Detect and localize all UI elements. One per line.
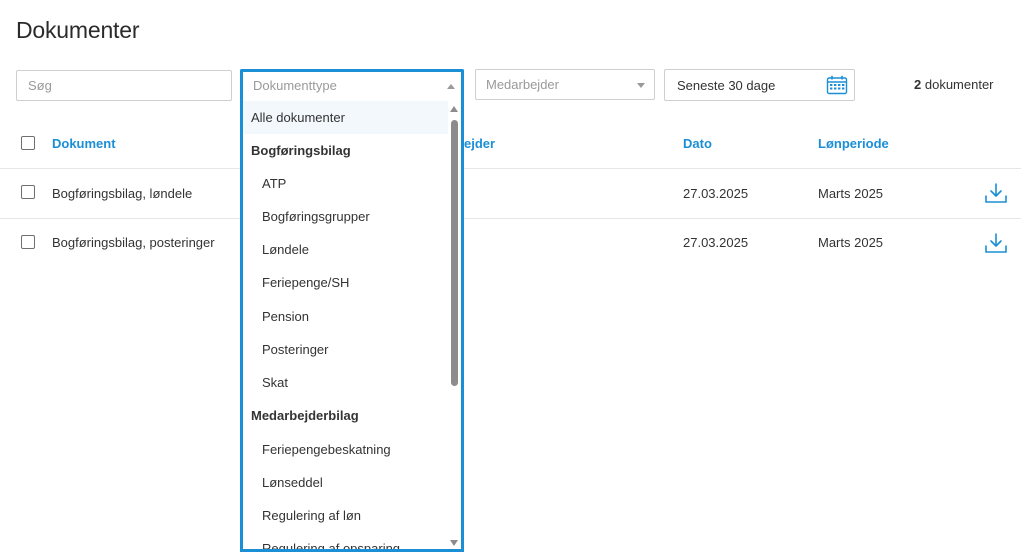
dropdown-group-header: Medarbejderbilag	[243, 399, 452, 432]
column-header-document[interactable]: Dokument	[52, 136, 116, 151]
row-checkbox[interactable]	[21, 235, 35, 249]
dropdown-option-label: ATP	[262, 176, 287, 191]
dropdown-option[interactable]: Feriepengebeskatning	[243, 433, 452, 466]
column-header-date[interactable]: Dato	[683, 136, 712, 151]
dropdown-group-label: Bogføringsbilag	[251, 143, 351, 158]
download-icon[interactable]	[984, 232, 1008, 254]
dropdown-option-label: Regulering af løn	[262, 508, 361, 523]
row-document-name[interactable]: Bogføringsbilag, posteringer	[52, 235, 215, 250]
caret-down-icon	[637, 83, 645, 88]
dropdown-option-label: Løndele	[262, 242, 309, 257]
dropdown-scrollbar[interactable]	[448, 101, 461, 549]
document-count-number: 2	[914, 77, 922, 92]
dropdown-option[interactable]: ATP	[243, 167, 452, 200]
dropdown-option-label: Pension	[262, 309, 309, 324]
dropdown-option[interactable]: Skat	[243, 366, 452, 399]
dropdown-group-header: Bogføringsbilag	[243, 134, 452, 167]
dropdown-option[interactable]: Bogføringsgrupper	[243, 200, 452, 233]
dropdown-option[interactable]: Regulering af opsparing	[243, 532, 452, 552]
document-count-label: dokumenter	[924, 77, 994, 92]
dropdown-option-all[interactable]: Alle dokumenter	[243, 101, 452, 134]
row-document-name[interactable]: Bogføringsbilag, løndele	[52, 186, 192, 201]
dropdown-option-label: Posteringer	[262, 342, 329, 357]
date-range-select[interactable]: Seneste 30 dage	[664, 69, 855, 101]
calendar-icon[interactable]	[826, 75, 848, 95]
row-pay-period: Marts 2025	[818, 186, 884, 201]
document-type-dropdown: Alle dokumenter Bogføringsbilag ATP Bogf…	[240, 101, 464, 552]
dropdown-option-label: Bogføringsgrupper	[262, 209, 370, 224]
dropdown-option-label: Alle dokumenter	[251, 110, 345, 125]
dropdown-option[interactable]: Løndele	[243, 233, 452, 266]
dropdown-option[interactable]: Posteringer	[243, 333, 452, 366]
table-divider	[0, 168, 1021, 169]
dropdown-option[interactable]: Pension	[243, 300, 452, 333]
page-title: Dokumenter	[16, 17, 140, 43]
dropdown-group-label: Medarbejderbilag	[251, 408, 359, 423]
select-all-checkbox[interactable]	[21, 136, 35, 150]
dropdown-option-label: Skat	[262, 375, 289, 390]
column-header-pay-period[interactable]: Lønperiode	[818, 136, 889, 151]
search-input[interactable]	[16, 70, 232, 101]
scroll-up-arrow-icon[interactable]	[450, 106, 458, 112]
document-type-select[interactable]: Dokumenttype	[240, 69, 464, 102]
scrollbar-thumb[interactable]	[451, 120, 458, 386]
document-type-placeholder: Dokumenttype	[253, 78, 337, 93]
row-pay-period: Marts 2025	[818, 235, 884, 250]
dropdown-option-label: Lønseddel	[262, 475, 323, 490]
row-date: 27.03.2025	[683, 186, 749, 201]
dropdown-option-label: Feriepengebeskatning	[262, 442, 391, 457]
scroll-down-arrow-icon[interactable]	[450, 540, 458, 546]
column-header-employee[interactable]: ejder	[464, 136, 495, 151]
row-date: 27.03.2025	[683, 235, 749, 250]
document-count: 2 dokumenter	[914, 77, 994, 92]
employee-placeholder: Medarbejder	[486, 77, 559, 92]
employee-select[interactable]: Medarbejder	[475, 69, 655, 100]
dropdown-option[interactable]: Lønseddel	[243, 466, 452, 499]
download-icon[interactable]	[984, 182, 1008, 204]
date-range-value: Seneste 30 dage	[677, 78, 776, 93]
dropdown-option[interactable]: Regulering af løn	[243, 499, 452, 532]
dropdown-option-label: Feriepenge/SH	[262, 275, 350, 290]
dropdown-option-label: Regulering af opsparing	[262, 541, 401, 552]
table-divider	[0, 218, 1021, 219]
row-checkbox[interactable]	[21, 185, 35, 199]
caret-up-icon	[447, 84, 455, 89]
dropdown-option[interactable]: Feriepenge/SH	[243, 266, 452, 299]
